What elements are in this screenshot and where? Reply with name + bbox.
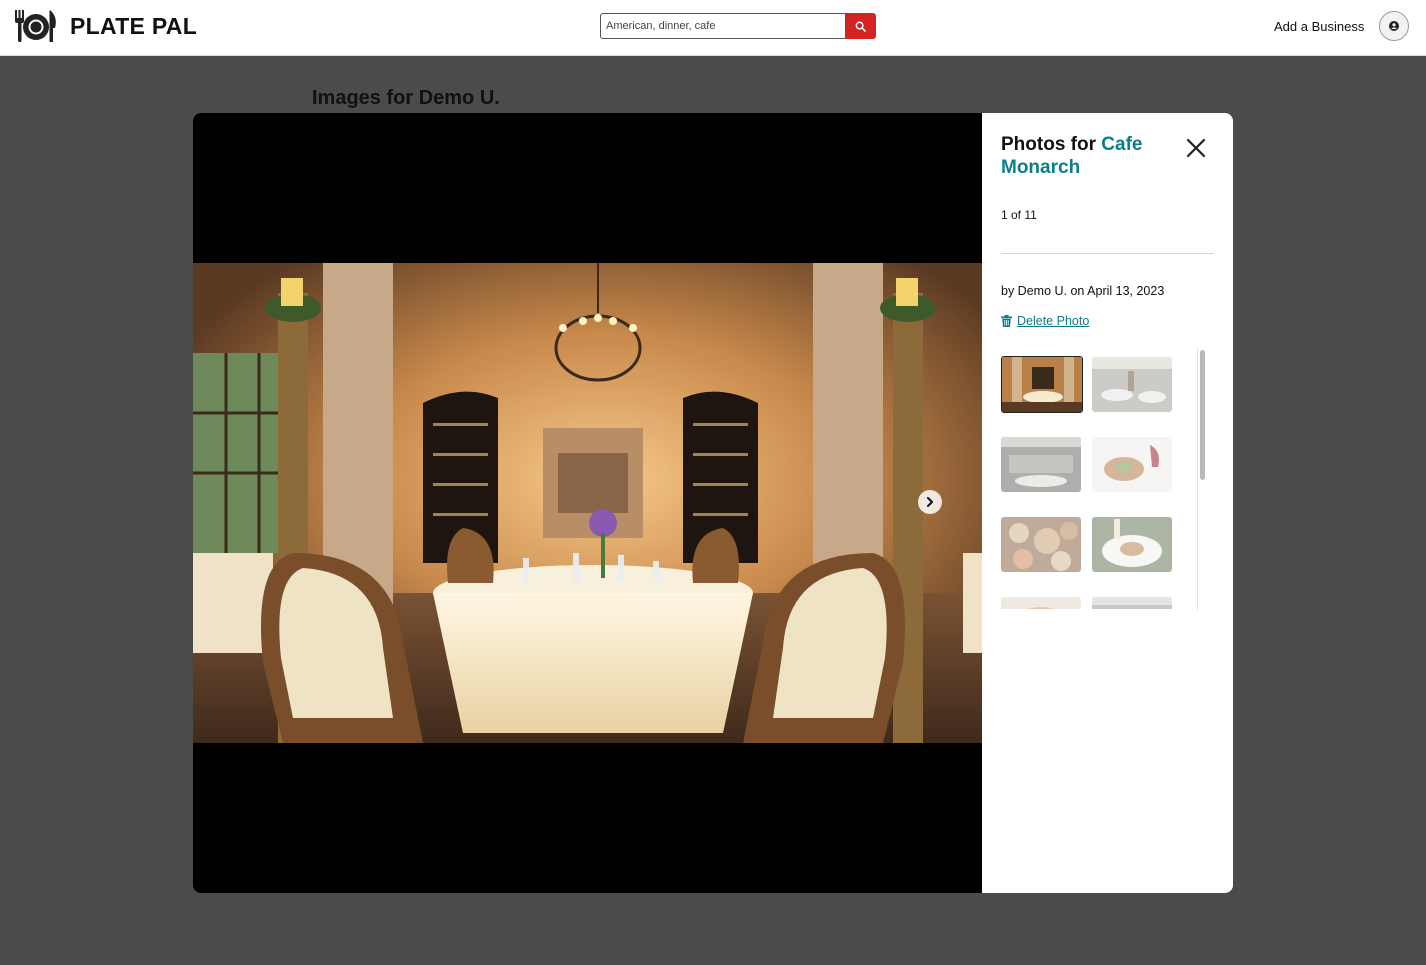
- thumbnail-4[interactable]: [1092, 437, 1172, 492]
- add-business-link[interactable]: Add a Business: [1274, 19, 1364, 34]
- thumbnail-image: [1001, 597, 1081, 609]
- thumbnail-scrollbar[interactable]: [1197, 348, 1206, 610]
- search-bar: [600, 13, 876, 39]
- modal-title: Photos for Cafe Monarch: [1001, 133, 1171, 179]
- divider: [1001, 253, 1214, 254]
- thumbnail-6[interactable]: [1092, 517, 1172, 572]
- top-navbar: PLATE PAL Add a Business: [0, 0, 1426, 56]
- thumbnail-1[interactable]: [1001, 356, 1083, 413]
- chevron-right-icon: [927, 497, 933, 507]
- thumbnail-2[interactable]: [1092, 357, 1172, 412]
- search-button[interactable]: [845, 13, 876, 39]
- delete-photo-link[interactable]: Delete Photo: [1001, 314, 1089, 328]
- close-icon[interactable]: [1185, 137, 1207, 159]
- search-input[interactable]: [600, 13, 846, 39]
- thumbnail-3[interactable]: [1001, 437, 1081, 492]
- title-prefix: Photos for: [1001, 134, 1102, 155]
- photo-byline: by Demo U. on April 13, 2023: [1001, 284, 1165, 298]
- app-name: PLATE PAL: [70, 12, 198, 39]
- trash-icon: [1001, 315, 1012, 327]
- photo-viewer: [193, 113, 982, 893]
- thumbnail-image: [1001, 517, 1081, 572]
- thumbnail-grid: [1001, 356, 1201, 609]
- thumbnail-7[interactable]: [1001, 597, 1081, 609]
- thumbnail-image: [1092, 597, 1172, 609]
- main-photo: [193, 263, 982, 743]
- logo[interactable]: PLATE PAL: [14, 9, 197, 43]
- thumbnail-image: [1092, 517, 1172, 572]
- thumbnail-image: [1002, 357, 1082, 412]
- next-photo-button[interactable]: [918, 490, 942, 514]
- thumbnail-image: [1092, 437, 1172, 492]
- user-avatar-icon: [1389, 21, 1399, 31]
- plate-fork-knife-icon: [15, 10, 56, 42]
- page-heading: Images for Demo U.: [312, 87, 500, 109]
- delete-photo-label: Delete Photo: [1017, 314, 1090, 328]
- photo-counter: 1 of 11: [1001, 208, 1037, 222]
- thumbnail-image: [1001, 437, 1081, 492]
- user-menu-button[interactable]: [1379, 11, 1409, 41]
- photo-details-panel: Photos for Cafe Monarch 1 of 11 by Demo …: [982, 113, 1233, 893]
- thumbnail-image: [1092, 357, 1172, 412]
- thumbnail-8[interactable]: [1092, 597, 1172, 609]
- scrollbar-thumb[interactable]: [1200, 350, 1205, 480]
- search-icon: [855, 21, 866, 32]
- thumbnail-5[interactable]: [1001, 517, 1081, 572]
- photo-modal: Photos for Cafe Monarch 1 of 11 by Demo …: [193, 113, 1233, 893]
